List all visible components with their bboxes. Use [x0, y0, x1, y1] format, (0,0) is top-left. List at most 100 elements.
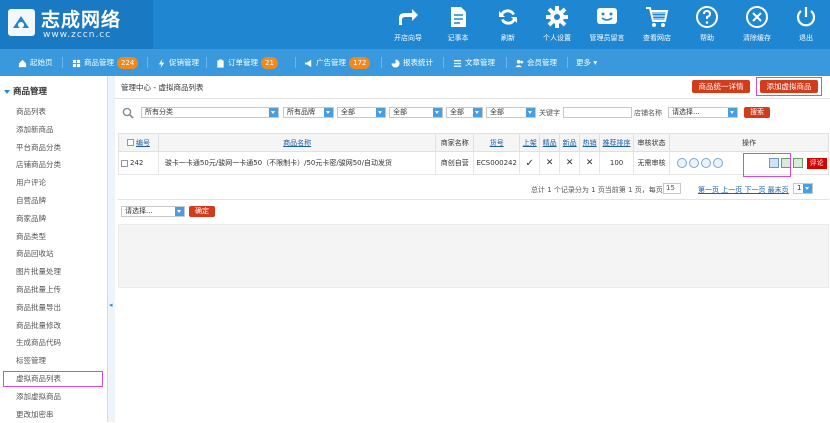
nav-ads[interactable]: 广告管理 172 [304, 49, 371, 76]
col-id[interactable]: 编号 [118, 133, 159, 152]
comment-button[interactable]: 评论 [806, 157, 827, 169]
sidebar-item[interactable]: 商品类型 [0, 228, 108, 246]
edit-icon[interactable] [688, 158, 699, 168]
sidebar-item[interactable]: 商家品牌 [0, 210, 108, 228]
nav-articles[interactable]: 文章管理 [453, 49, 495, 76]
toolbar-refresh[interactable]: 刷新 [483, 0, 533, 49]
select-all-checkbox[interactable] [126, 139, 134, 146]
nav-divider [62, 57, 63, 68]
col-best[interactable]: 精品 [539, 133, 561, 152]
col-name[interactable]: 商品名称 [157, 133, 437, 152]
nav-promotion[interactable]: 促销管理 [157, 49, 199, 76]
help-icon [696, 6, 718, 28]
sidebar-item[interactable]: 虚拟商品列表 [2, 370, 104, 388]
nav-badge: 21 [261, 57, 278, 69]
row-hot-toggle[interactable]: ✕ [579, 151, 601, 175]
keyword-input[interactable] [563, 107, 632, 118]
toolbar-label: 开店向导 [394, 34, 422, 42]
brand-select[interactable]: 所有品牌 [283, 107, 334, 118]
col-sn[interactable]: 货号 [473, 133, 521, 152]
filter-select-3[interactable]: 全部 [337, 107, 386, 118]
chevron-down-icon [376, 108, 385, 117]
table-row: 242 骏卡一卡通50元/骏网一卡通50（不限制卡）/50元卡密/骏网50/自动… [118, 151, 830, 175]
sidebar-list: 商品列表 添加新商品 平台商品分类 店铺商品分类 用户评论 自营品牌 商家品牌 商品类型 商品回… [0, 103, 108, 423]
chevron-down-icon [473, 108, 482, 117]
nav-members[interactable]: 会员管理 [515, 49, 557, 76]
nav-label: 更多 ▾ [576, 58, 598, 67]
sidebar-item[interactable]: 商品批量上传 [0, 281, 108, 299]
shopping-cart-icon [646, 7, 669, 27]
col-on-sale[interactable]: 上架 [519, 133, 541, 152]
row-best-toggle[interactable]: ✕ [539, 151, 561, 175]
toolbar-shop-guide[interactable]: 开店向导 [383, 0, 433, 49]
sidebar-item[interactable]: 商品回收站 [0, 245, 108, 263]
toolbar-clear-cache[interactable]: 清除缓存 [732, 0, 782, 49]
copy-icon[interactable] [700, 158, 711, 168]
chevron-down-icon [803, 184, 812, 193]
sidebar-item[interactable]: 商品批量导出 [0, 299, 108, 317]
toolbar-settings[interactable]: 个人设置 [532, 0, 582, 49]
pager-links[interactable]: 第一页 上一页 下一页 最末页 [698, 185, 789, 195]
keyword-label: 关键字 [539, 109, 560, 117]
sidebar-collapse-handle[interactable]: ◂ [108, 76, 115, 422]
col-sort[interactable]: 推荐排序 [599, 133, 635, 152]
page-select[interactable]: 1 [793, 183, 813, 194]
list-icon [453, 59, 462, 67]
nav-orders[interactable]: 订单管理 21 [216, 49, 278, 76]
sidebar-item[interactable]: 图片批量处理 [0, 263, 108, 281]
view-icon[interactable] [676, 158, 687, 168]
col-new[interactable]: 新品 [559, 133, 581, 152]
nav-divider [567, 57, 568, 68]
toolbar-admin-message[interactable]: 管理员留言 [582, 0, 632, 49]
row-sort-order[interactable]: 100 [599, 151, 635, 175]
row-checkbox[interactable] [121, 159, 128, 167]
sidebar-item[interactable]: 商品列表 [0, 103, 108, 121]
add-virtual-goods-button[interactable]: 添加虚拟商品 [760, 80, 818, 93]
toolbar-notepad[interactable]: 记事本 [433, 0, 483, 49]
sidebar-item[interactable]: 用户评论 [0, 174, 108, 192]
sidebar-item[interactable]: 生成商品代码 [0, 334, 108, 352]
row-goods-name[interactable]: 骏卡一卡通50元/骏网一卡通50（不限制卡）/50元卡密/骏网50/自动发货 [157, 151, 437, 175]
sidebar-item[interactable]: 更改加密串 [0, 406, 108, 423]
filter-select-4[interactable]: 全部 [389, 107, 443, 118]
search-button[interactable]: 搜索 [744, 107, 770, 118]
sidebar-item[interactable]: 标签管理 [0, 352, 108, 370]
sidebar-item[interactable]: 添加虚拟商品 [0, 388, 108, 406]
filter-select-6[interactable]: 全部 [486, 107, 536, 118]
nav-goods[interactable]: 商品管理 224 [72, 49, 139, 76]
sidebar-item[interactable]: 自营品牌 [0, 192, 108, 210]
sidebar-item[interactable]: 商品批量修改 [0, 317, 108, 335]
row-new-toggle[interactable]: ✕ [559, 151, 581, 175]
shop-select[interactable]: 请选择... [668, 107, 738, 118]
sidebar-item[interactable]: 平台商品分类 [0, 139, 108, 157]
row-audit-status: 无需审核 [633, 151, 670, 175]
category-select[interactable]: 所有分类 [141, 107, 279, 118]
row-on-sale-toggle[interactable]: ✓ [519, 151, 541, 175]
nav-more[interactable]: 更多 ▾ [576, 49, 597, 76]
brand-url: www.zccn.cc [43, 30, 112, 40]
filter-select-5[interactable]: 全部 [446, 107, 483, 118]
toolbar-view-shop[interactable]: 查看网店 [632, 0, 682, 49]
sidebar: 商品管理 商品列表 添加新商品 平台商品分类 店铺商品分类 用户评论 自营品牌 商家品牌 商品… [0, 76, 108, 422]
nav-reports[interactable]: 报表统计 [391, 49, 433, 76]
delete-icon[interactable] [712, 158, 723, 168]
toolbar-label: 退出 [799, 34, 813, 42]
goods-table: 编号 商品名称 商家名称 货号 上架 精品 新品 热销 推荐排序 审核状态 操作… [118, 133, 830, 175]
notepad-icon [451, 7, 466, 27]
batch-action-select[interactable]: 请选择... [121, 206, 185, 217]
toolbar-logout[interactable]: 退出 [781, 0, 830, 49]
card-import-icon[interactable] [793, 158, 804, 168]
nav-home[interactable]: 起始页 [18, 49, 53, 76]
sidebar-item[interactable]: 添加新商品 [0, 121, 108, 139]
sidebar-group-title[interactable]: 商品管理 [4, 85, 47, 97]
toolbar-label: 记事本 [447, 34, 469, 42]
col-hot[interactable]: 热销 [579, 133, 601, 152]
unify-details-button[interactable]: 商品统一详情 [692, 80, 750, 93]
smiley-message-icon [597, 8, 617, 24]
sidebar-item[interactable]: 店铺商品分类 [0, 156, 108, 174]
toolbar-help[interactable]: 帮助 [682, 0, 732, 49]
nav-label: 广告管理 [316, 58, 346, 67]
per-page-input[interactable]: 15 [663, 183, 681, 194]
logo-icon [8, 9, 35, 36]
batch-confirm-button[interactable]: 确定 [189, 206, 215, 217]
